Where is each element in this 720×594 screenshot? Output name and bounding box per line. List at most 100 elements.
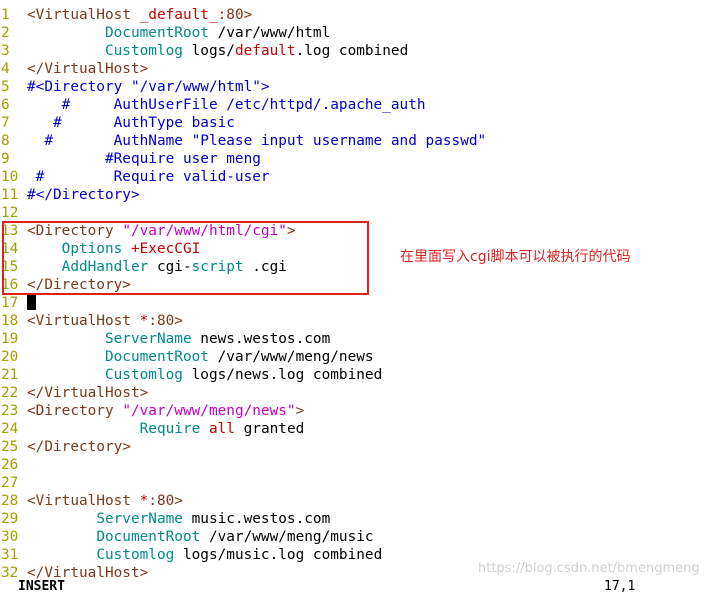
code-token: <VirtualHost [27,493,140,509]
code-text: ServerName music.westos.com [27,510,330,528]
line-number: 17 [1,295,19,311]
code-text: </Directory> [27,438,131,456]
line-number: 22 [1,385,19,401]
code-token: granted [234,421,305,437]
line-number: 6 [1,97,10,113]
code-text: # AuthName "Please input username and pa… [27,132,486,150]
line-number: 2 [1,25,10,41]
code-token: news.westos.com [191,331,331,347]
code-token: > [295,403,305,419]
code-token: all [208,421,235,437]
code-text: </VirtualHost> [27,60,148,78]
code-line[interactable]: 8 # AuthName "Please input username and … [0,132,720,150]
line-number: 9 [1,151,10,167]
code-token: <VirtualHost [27,313,140,329]
line-number: 21 [1,367,19,383]
code-text: Customlog logs/default.log combined [27,42,408,60]
cursor-position: 17,1 [604,579,636,594]
code-line[interactable]: 7 # AuthType basic [0,114,720,132]
code-line[interactable]: 3 Customlog logs/default.log combined [0,42,720,60]
code-line[interactable]: 9 #Require user meng [0,150,720,168]
code-token: <Directory [27,403,123,419]
code-line[interactable]: 22 </VirtualHost> [0,384,720,402]
annotation-text: 在里面写入cgi脚本可以被执行的代码 [400,249,631,265]
code-token: logs/music.log combined [174,547,383,563]
code-text: Require all granted [27,420,305,438]
code-token: /var/www/html [208,25,331,41]
code-line[interactable]: 17 [0,294,720,312]
code-text: </VirtualHost> [27,384,148,402]
code-text: <VirtualHost *:80> [27,312,183,330]
line-number: 27 [1,475,19,491]
code-token: DocumentRoot [96,529,201,545]
code-text: Customlog logs/news.log combined [27,366,382,384]
code-line[interactable]: 26 [0,456,720,474]
code-line[interactable]: 6 # AuthUserFile /etc/httpd/.apache_auth [0,96,720,114]
code-text: # Require valid-user [27,168,270,186]
code-token: :80> [148,313,183,329]
code-token: </VirtualHost> [27,385,149,401]
code-token: </Directory> [27,439,131,455]
line-number: 4 [1,61,10,77]
code-text: DocumentRoot /var/www/meng/news [27,348,374,366]
code-line[interactable]: 27 [0,474,720,492]
line-number: 30 [1,529,19,545]
code-line[interactable]: 30 DocumentRoot /var/www/meng/music [0,528,720,546]
code-line[interactable]: 5 #<Directory "/var/www/html"> [0,78,720,96]
text-cursor [27,295,36,310]
code-text: #</Directory> [27,186,140,204]
line-number: 11 [1,187,19,203]
code-line[interactable]: 21 Customlog logs/news.log combined [0,366,720,384]
code-line[interactable]: 19 ServerName news.westos.com [0,330,720,348]
code-token: # AuthName "Please input username and pa… [27,133,487,149]
code-token: logs/news.log combined [182,367,383,383]
code-line[interactable]: 24 Require all granted [0,420,720,438]
code-token: /var/www/meng/news [208,349,374,365]
code-token: Require [139,421,201,437]
line-number: 29 [1,511,19,527]
code-line[interactable]: 20 DocumentRoot /var/www/meng/news [0,348,720,366]
code-text: # AuthUserFile /etc/httpd/.apache_auth [27,96,426,114]
line-number: 12 [1,205,19,221]
code-line[interactable]: 10 # Require valid-user [0,168,720,186]
code-line[interactable]: 1 <VirtualHost _default_:80> [0,6,720,24]
code-text: #<Directory "/var/www/html"> [27,78,270,96]
code-line[interactable]: 23 <Directory "/var/www/meng/news"> [0,402,720,420]
code-token: <VirtualHost [27,7,140,23]
code-token: #<Directory "/var/www/html"> [27,79,270,95]
code-line[interactable]: 11 #</Directory> [0,186,720,204]
code-token: :80> [148,493,183,509]
code-token: DocumentRoot [104,25,209,41]
line-number: 7 [1,115,10,131]
code-line[interactable]: 28 <VirtualHost *:80> [0,492,720,510]
code-line[interactable]: 18 <VirtualHost *:80> [0,312,720,330]
line-number: 1 [1,7,10,23]
code-line[interactable]: 25 </Directory> [0,438,720,456]
line-number: 28 [1,493,19,509]
watermark: https://blog.csdn.net/bmengmeng [478,561,700,576]
code-text: Customlog logs/music.log combined [27,546,382,564]
code-line[interactable]: 12 [0,204,720,222]
line-number: 5 [1,79,10,95]
code-token: * [139,313,149,329]
code-token: :80> [217,7,253,23]
code-line[interactable]: 2 DocumentRoot /var/www/html [0,24,720,42]
code-text: DocumentRoot /var/www/meng/music [27,528,374,546]
code-line[interactable]: 4 </VirtualHost> [0,60,720,78]
code-token: /var/www/meng/music [200,529,374,545]
code-text: #Require user meng [27,150,261,168]
line-number: 20 [1,349,19,365]
code-token: ServerName [104,331,192,347]
code-text: ServerName news.westos.com [27,330,330,348]
mode-indicator: INSERT [18,579,65,594]
code-line[interactable]: 29 ServerName music.westos.com [0,510,720,528]
code-token: _default_ [139,7,218,23]
line-number: 3 [1,43,10,59]
code-token: default [234,43,296,59]
line-number: 31 [1,547,19,563]
code-text: # AuthType basic [27,114,235,132]
code-token: # Require valid-user [27,169,270,185]
